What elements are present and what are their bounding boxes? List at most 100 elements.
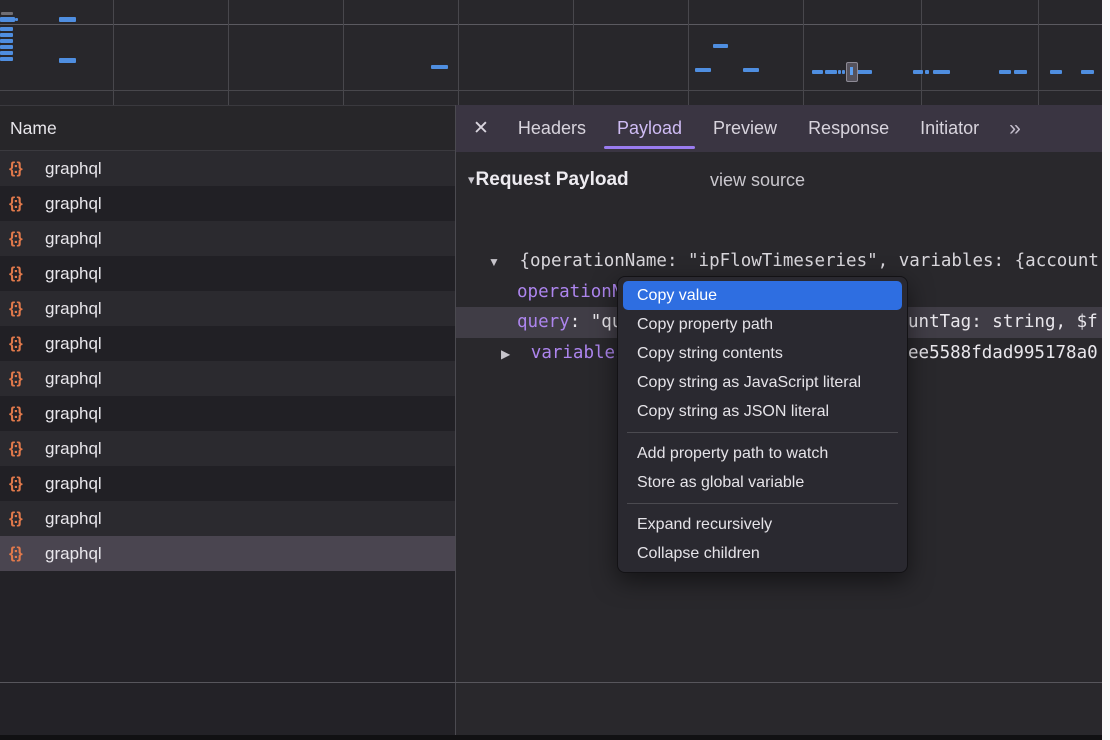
waterfall-bar bbox=[825, 70, 837, 74]
network-request-row[interactable]: {:} graphql bbox=[0, 151, 455, 186]
json-request-icon: {:} bbox=[9, 265, 33, 283]
waterfall-bar bbox=[59, 17, 76, 22]
view-source-link[interactable]: view source bbox=[710, 165, 805, 195]
json-request-icon: {:} bbox=[9, 160, 33, 178]
json-request-icon: {:} bbox=[9, 335, 33, 353]
network-request-row[interactable]: {:}graphql bbox=[0, 536, 455, 571]
menu-item-copy-string-contents[interactable]: Copy string contents bbox=[623, 339, 902, 368]
payload-root-row[interactable]: ▼ {operationName: "ipFlowTimeseries", va… bbox=[455, 246, 1102, 276]
waterfall-bar bbox=[59, 58, 76, 63]
json-request-icon: {:} bbox=[9, 230, 33, 248]
waterfall-bar bbox=[0, 39, 13, 43]
name-column-header[interactable]: Name bbox=[0, 105, 455, 151]
overview-selection-handle[interactable] bbox=[846, 62, 858, 82]
waterfall-bar bbox=[431, 65, 448, 69]
menu-item-copy-value[interactable]: Copy value bbox=[623, 281, 902, 310]
json-request-icon: {:} bbox=[9, 195, 33, 213]
overview-gridline-horizontal bbox=[0, 90, 1102, 91]
menu-separator bbox=[627, 432, 898, 433]
json-string-value-right: untTag: string, $f bbox=[908, 307, 1098, 338]
menu-item-copy-string-as-json-literal[interactable]: Copy string as JSON literal bbox=[623, 397, 902, 426]
request-name-label: graphql bbox=[45, 509, 102, 529]
waterfall-bar bbox=[0, 17, 15, 22]
waterfall-bar bbox=[913, 70, 923, 74]
overview-gridline-vertical bbox=[458, 0, 459, 105]
waterfall-bar bbox=[1050, 70, 1062, 74]
request-name-label: graphql bbox=[45, 439, 102, 459]
json-request-icon: {:} bbox=[9, 545, 33, 563]
overview-gridline-vertical bbox=[803, 0, 804, 105]
json-request-icon: {:} bbox=[9, 405, 33, 423]
devtools-network-panel: Name {:} graphql {:} graphql {:} graphql {:} gr… bbox=[0, 0, 1110, 740]
waterfall-bar bbox=[1014, 70, 1027, 74]
network-request-row[interactable]: {:} graphql bbox=[0, 221, 455, 256]
waterfall-bar bbox=[812, 70, 823, 74]
json-request-icon: {:} bbox=[9, 440, 33, 458]
tab-headers[interactable]: Headers bbox=[518, 105, 586, 152]
overview-gridline-vertical bbox=[113, 0, 114, 105]
request-name-label: graphql bbox=[45, 229, 102, 249]
request-name-label: graphql bbox=[45, 159, 102, 179]
bottom-separator bbox=[0, 682, 1102, 683]
request-name-label: graphql bbox=[45, 474, 102, 494]
collapsed-triangle-icon: ▶ bbox=[501, 339, 510, 368]
tab-payload[interactable]: Payload bbox=[617, 105, 682, 152]
more-tabs-icon[interactable]: » bbox=[1009, 117, 1019, 141]
waterfall-bar bbox=[0, 45, 13, 49]
overview-gridline-vertical bbox=[921, 0, 922, 105]
network-request-row[interactable]: {:} graphql bbox=[0, 256, 455, 291]
request-name-label: graphql bbox=[45, 334, 102, 354]
waterfall-bar bbox=[695, 68, 711, 72]
waterfall-bar bbox=[933, 70, 950, 74]
tab-initiator[interactable]: Initiator bbox=[920, 105, 979, 152]
menu-item-add-property-path-to-watch[interactable]: Add property path to watch bbox=[623, 439, 902, 468]
json-request-icon: {:} bbox=[9, 300, 33, 318]
request-name-label: graphql bbox=[45, 264, 102, 284]
tab-response[interactable]: Response bbox=[808, 105, 889, 152]
network-request-row[interactable]: {:}graphql bbox=[0, 396, 455, 431]
page-background-edge bbox=[1102, 0, 1110, 740]
payload-preview-text: {operationName: "ipFlowTimeseries", vari… bbox=[519, 251, 1098, 271]
network-request-row[interactable]: {:} graphql bbox=[0, 431, 455, 466]
menu-item-store-as-global-variable[interactable]: Store as global variable bbox=[623, 468, 902, 497]
key-separator: : bbox=[570, 312, 591, 332]
overview-gridline-vertical bbox=[688, 0, 689, 105]
request-name-label: graphql bbox=[45, 299, 102, 319]
waterfall-bar bbox=[0, 33, 13, 37]
waterfall-bar bbox=[743, 68, 759, 72]
network-request-row[interactable]: {:}graphql bbox=[0, 361, 455, 396]
menu-item-expand-recursively[interactable]: Expand recursively bbox=[623, 510, 902, 539]
waterfall-bar bbox=[1081, 70, 1094, 74]
section-expand-icon: ▾ bbox=[468, 172, 475, 188]
waterfall-bar bbox=[857, 70, 872, 74]
panel-divider[interactable] bbox=[455, 105, 456, 735]
request-name-label: graphql bbox=[45, 369, 102, 389]
network-request-row[interactable]: {:}graphql bbox=[0, 466, 455, 501]
network-request-row[interactable]: {:} graphql bbox=[0, 291, 455, 326]
network-overview-strip[interactable] bbox=[0, 0, 1102, 105]
request-payload-section[interactable]: ▾ Request Payload bbox=[468, 165, 629, 195]
network-request-row[interactable]: {:}graphql bbox=[0, 501, 455, 536]
json-key: query bbox=[517, 312, 570, 332]
overview-gridline-vertical bbox=[573, 0, 574, 105]
overview-gridline-horizontal bbox=[0, 24, 1102, 25]
request-name-label: graphql bbox=[45, 194, 102, 214]
waterfall-bar bbox=[1, 12, 13, 15]
waterfall-bar bbox=[842, 70, 845, 74]
tab-preview[interactable]: Preview bbox=[713, 105, 777, 152]
waterfall-bar bbox=[925, 70, 929, 74]
close-icon[interactable]: ✕ bbox=[473, 117, 489, 140]
overview-gridline-vertical bbox=[228, 0, 229, 105]
waterfall-bar bbox=[0, 27, 13, 31]
expanded-triangle-icon: ▼ bbox=[488, 247, 500, 276]
menu-item-collapse-children[interactable]: Collapse children bbox=[623, 539, 902, 568]
waterfall-bar bbox=[15, 18, 18, 21]
handle-tick bbox=[850, 67, 853, 75]
name-column-label: Name bbox=[10, 118, 57, 139]
waterfall-bar bbox=[0, 51, 13, 55]
menu-item-copy-string-as-javascript-literal[interactable]: Copy string as JavaScript literal bbox=[623, 368, 902, 397]
menu-separator bbox=[627, 503, 898, 504]
menu-item-copy-property-path[interactable]: Copy property path bbox=[623, 310, 902, 339]
network-request-row[interactable]: {:} graphql bbox=[0, 186, 455, 221]
network-request-row[interactable]: {:} graphql bbox=[0, 326, 455, 361]
